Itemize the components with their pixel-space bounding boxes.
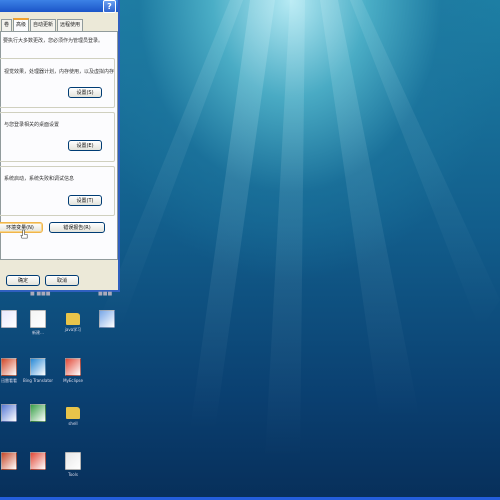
desktop-icon[interactable]: java学习 — [56, 310, 90, 333]
application-icon — [1, 310, 17, 328]
admin-note: 要执行大多数更改，您必须作为管理员登录。 — [3, 38, 104, 44]
desktop-icon-label: MyEclipse — [63, 378, 83, 383]
status-text-right: ■■■ — [98, 291, 113, 297]
tools-icon — [1, 404, 17, 422]
desktop-icon[interactable]: Bing Translator — [21, 358, 55, 383]
user-profiles-text: 与您登录相关的桌面设置 — [4, 122, 60, 128]
cancel-button[interactable]: 取消 — [45, 275, 79, 286]
desktop-icon[interactable] — [21, 404, 55, 424]
translate-icon — [30, 358, 46, 376]
startup-recovery-settings-button[interactable]: 设置(T) — [68, 195, 102, 206]
startup-recovery-text: 系统启动，系统失败和调试信息 — [4, 176, 75, 182]
tab-volume[interactable]: 卷 — [1, 19, 13, 31]
system-properties-dialog: ? 卷 高级 自动更新 远程使用 要执行大多数更改，您必须作为管理员登录。 视觉… — [0, 0, 120, 292]
status-text-left: ■ ■■■ — [30, 291, 51, 297]
desktop-icon[interactable]: 新建… — [21, 310, 55, 336]
desktop-icon[interactable] — [90, 310, 124, 330]
user-profiles-settings-button[interactable]: 设置(E) — [68, 140, 102, 151]
game-icon — [1, 452, 17, 470]
advanced-tab-panel: 要执行大多数更改，您必须作为管理员登录。 视觉效果，处理器计划，内存使用，以及虚… — [0, 31, 118, 260]
startup-recovery-group: 系统启动，系统失败和调试信息 设置(T) — [0, 166, 115, 216]
desktop-icon-label: shell — [68, 421, 78, 426]
performance-group: 视觉效果，处理器计划，内存使用，以及虚拟内存 设置(S) — [0, 58, 115, 108]
desktop-icon-label: 新建… — [32, 330, 44, 335]
tab-remote[interactable]: 远程使用 — [57, 19, 84, 31]
error-reporting-button[interactable]: 错误报告(R) — [49, 222, 105, 233]
hand-cursor-icon — [20, 230, 28, 239]
user-profiles-group: 与您登录相关的桌面设置 设置(E) — [0, 112, 115, 162]
monitor-icon — [99, 310, 115, 328]
desktop-icon[interactable] — [21, 452, 55, 472]
performance-text: 视觉效果，处理器计划，内存使用，以及虚拟内存 — [4, 69, 115, 75]
tab-auto-update[interactable]: 自动更新 — [30, 19, 57, 31]
desktop-icon[interactable]: Tools — [56, 452, 90, 477]
pdf-icon — [30, 452, 46, 470]
sheet-icon — [30, 404, 46, 422]
desktop-icon-label: Bing Translator — [23, 378, 53, 383]
folder-icon — [66, 407, 80, 419]
dialog-titlebar[interactable]: ? — [0, 0, 118, 13]
performance-settings-button[interactable]: 设置(S) — [68, 87, 102, 98]
desktop-icon-label: Tools — [68, 472, 78, 477]
tab-strip: 卷 高级 自动更新 远程使用 — [0, 18, 118, 33]
pdf-icon — [65, 358, 81, 376]
ok-button[interactable]: 确定 — [6, 275, 40, 286]
help-button[interactable]: ? — [103, 0, 116, 13]
document-icon — [30, 310, 46, 328]
desktop-icon[interactable]: MyEclipse — [56, 358, 90, 383]
desktop-icon-label: java学习 — [64, 327, 82, 332]
folder-icon — [66, 313, 80, 325]
file-icon — [65, 452, 81, 470]
desktop-icon[interactable]: shell — [56, 404, 90, 426]
media-icon — [1, 358, 17, 376]
